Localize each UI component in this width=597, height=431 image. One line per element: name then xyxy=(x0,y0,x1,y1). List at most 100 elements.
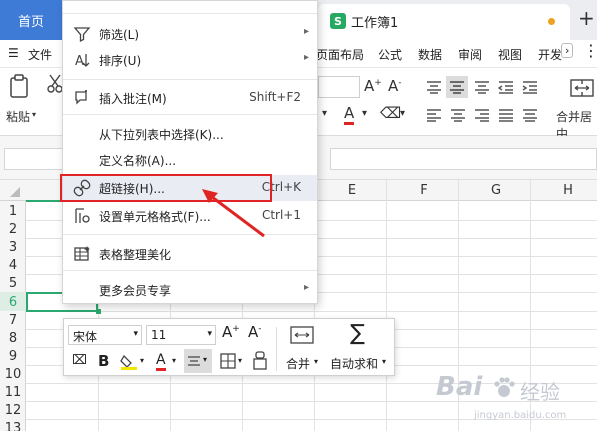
watermark-paw-icon xyxy=(494,377,515,397)
font-color-icon[interactable]: A xyxy=(344,104,355,125)
dropdown-icon[interactable]: ▾ xyxy=(322,108,327,119)
menu-file[interactable]: 文件 xyxy=(28,46,52,63)
row-header-active[interactable]: 6 xyxy=(0,293,26,311)
menu-review[interactable]: 审阅 xyxy=(458,46,482,63)
ctx-format-cells-label: 设置单元格格式(F)... xyxy=(99,210,211,224)
chevron-down-icon: ▾ xyxy=(203,355,208,364)
formula-input[interactable] xyxy=(330,148,597,170)
merge-icon[interactable] xyxy=(290,325,314,345)
indent-increase-icon[interactable] xyxy=(522,80,538,94)
column-header-h[interactable]: H xyxy=(558,183,578,198)
name-box[interactable] xyxy=(4,148,66,170)
format-cells-icon xyxy=(75,208,90,223)
mini-autosum-label[interactable]: 自动求和 xyxy=(330,355,378,372)
menu-separator xyxy=(63,13,317,14)
column-header-f[interactable]: F xyxy=(414,183,434,198)
ctx-item-member[interactable]: 更多会员专享 ▸ xyxy=(63,277,317,303)
context-menu: 筛选(L) ▸ A 排序(U) ▸ 插入批注(M) Shift+F2 从下拉列表… xyxy=(62,0,318,304)
mini-bold-button[interactable]: B xyxy=(98,352,109,370)
fill-color-icon[interactable] xyxy=(120,353,138,371)
ctx-item-filter[interactable]: 筛选(L) ▸ xyxy=(63,21,317,47)
align-middle-button[interactable] xyxy=(446,76,468,98)
row-header[interactable]: 1 xyxy=(0,202,26,220)
eraser-icon[interactable]: ⌫ xyxy=(380,104,401,122)
row-header[interactable]: 2 xyxy=(0,220,26,238)
menu-page-layout[interactable]: 页面布局 xyxy=(316,46,364,63)
ctx-item-beautify[interactable]: 表格整理美化 xyxy=(63,241,317,267)
chevron-down-icon[interactable]: ▾ xyxy=(314,357,318,366)
row-header[interactable]: 12 xyxy=(0,401,26,419)
menu-separator xyxy=(63,234,317,235)
ctx-insert-comment-shortcut: Shift+F2 xyxy=(249,90,301,104)
chevron-down-icon[interactable]: ▾ xyxy=(382,357,386,366)
ctx-sort-label: 排序(U) xyxy=(99,54,142,68)
row-header[interactable]: 9 xyxy=(0,347,26,365)
ctx-insert-comment-label: 插入批注(M) xyxy=(99,92,167,106)
shrink-font-icon[interactable]: A- xyxy=(388,77,402,95)
filter-icon xyxy=(73,27,91,43)
row-header[interactable]: 4 xyxy=(0,256,26,274)
row-header[interactable]: 8 xyxy=(0,329,26,347)
mini-font-name-select[interactable]: 宋体 ▾ xyxy=(68,325,142,345)
chevron-down-icon[interactable]: ▾ xyxy=(172,356,176,365)
row-header[interactable]: 5 xyxy=(0,274,26,292)
ctx-item-define-name[interactable]: 定义名称(A)... xyxy=(63,147,317,173)
distributed-align-icon[interactable] xyxy=(522,108,538,122)
more-menu-icon[interactable]: ⋮ xyxy=(583,41,597,60)
font-size-box[interactable] xyxy=(318,76,360,98)
select-all-corner-icon[interactable] xyxy=(10,187,20,197)
align-top-icon[interactable] xyxy=(426,80,442,94)
mini-grow-font-icon[interactable]: A+ xyxy=(222,323,240,341)
format-painter-icon[interactable]: ⌧ xyxy=(72,353,87,368)
align-bottom-icon[interactable] xyxy=(474,80,490,94)
column-header-e[interactable]: E xyxy=(342,183,362,198)
align-right-icon[interactable] xyxy=(474,108,490,122)
indent-decrease-icon[interactable] xyxy=(498,80,514,94)
ctx-clipped-label xyxy=(99,0,111,10)
document-title: 工作簿1 xyxy=(351,16,399,31)
menu-developer[interactable]: 开发 xyxy=(538,46,562,63)
justify-icon[interactable] xyxy=(498,108,514,122)
grow-font-icon[interactable]: A+ xyxy=(364,77,382,95)
font-color-dropdown-icon[interactable]: ▾ xyxy=(362,108,367,119)
ctx-item-insert-comment[interactable]: 插入批注(M) Shift+F2 xyxy=(63,85,317,111)
align-left-icon[interactable] xyxy=(426,108,442,122)
ctx-item-sort[interactable]: A 排序(U) ▸ xyxy=(63,47,317,73)
row-header[interactable]: 10 xyxy=(0,365,26,383)
row-header[interactable]: 7 xyxy=(0,311,26,329)
new-tab-button[interactable]: + xyxy=(578,6,595,30)
mini-toolbar: 宋体 ▾ 11 ▾ A+ A- ⌧ B ▾ A ▾ ▾ ▾ 合并 ▾ ∑ 自动求… xyxy=(63,318,395,376)
paste-icon[interactable] xyxy=(8,74,32,100)
eraser-dropdown-icon[interactable]: ▾ xyxy=(400,108,405,119)
more-tabs-chevron-icon[interactable]: › xyxy=(561,43,574,58)
mini-font-color-icon[interactable]: A xyxy=(156,352,166,371)
mini-shrink-font-icon[interactable]: A- xyxy=(248,323,262,341)
ctx-item-pick-from-list[interactable]: 从下拉列表中选择(K)... xyxy=(63,121,317,147)
mini-font-size-select[interactable]: 11 ▾ xyxy=(146,325,216,345)
clear-format-icon[interactable] xyxy=(252,351,268,371)
menu-view[interactable]: 视图 xyxy=(498,46,522,63)
align-center-icon[interactable] xyxy=(450,108,466,122)
border-icon[interactable] xyxy=(220,353,236,369)
merge-center-icon[interactable] xyxy=(570,78,594,98)
menu-data[interactable]: 数据 xyxy=(418,46,442,63)
row-header[interactable]: 13 xyxy=(0,419,26,431)
document-tab[interactable]: S 工作簿1 xyxy=(318,4,570,40)
home-tab[interactable]: 首页 xyxy=(0,0,62,40)
fill-handle[interactable] xyxy=(96,309,101,314)
row-header[interactable]: 3 xyxy=(0,238,26,256)
autosum-icon[interactable]: ∑ xyxy=(350,321,365,346)
row-header[interactable]: 11 xyxy=(0,383,26,401)
hamburger-icon[interactable]: ☰ xyxy=(8,46,19,60)
mini-merge-label[interactable]: 合并 xyxy=(286,355,310,372)
ctx-item-clipped[interactable] xyxy=(63,0,317,13)
paste-label[interactable]: 粘贴 xyxy=(6,108,30,125)
column-header-g[interactable]: G xyxy=(486,183,506,198)
mini-align-button[interactable]: ▾ xyxy=(184,349,212,373)
chevron-down-icon[interactable]: ▾ xyxy=(238,356,242,365)
paste-dropdown-icon[interactable]: ▾ xyxy=(32,110,36,119)
menu-formulas[interactable]: 公式 xyxy=(378,46,402,63)
ctx-item-format-cells[interactable]: 设置单元格格式(F)... Ctrl+1 xyxy=(63,203,317,229)
chevron-down-icon[interactable]: ▾ xyxy=(140,356,144,365)
ctx-member-label: 更多会员专享 xyxy=(99,284,172,298)
